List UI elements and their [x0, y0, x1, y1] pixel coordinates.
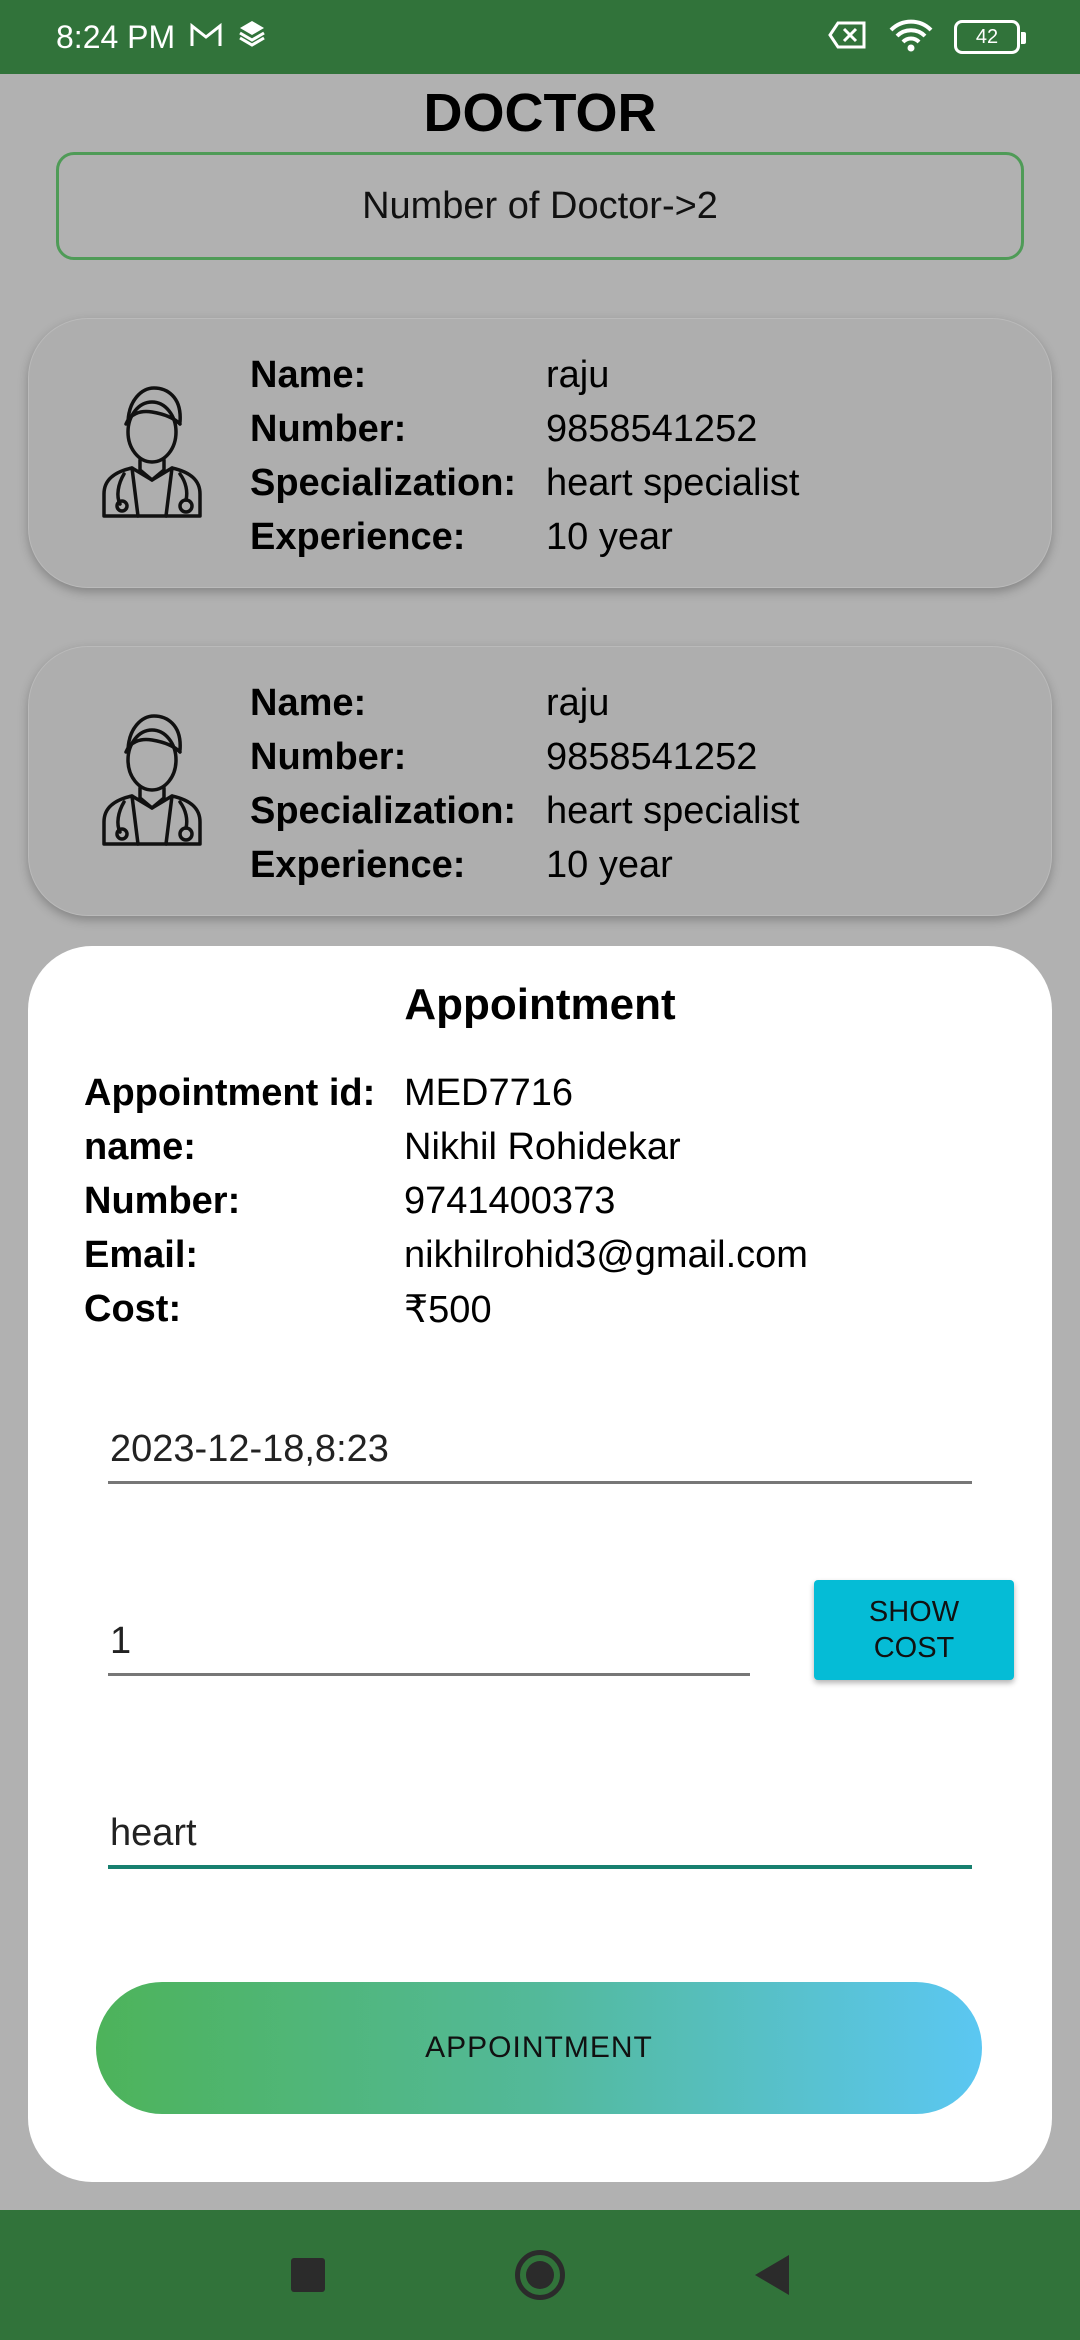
problem-input[interactable] — [108, 1812, 972, 1869]
patient-email-value: nikhilrohid3@gmail.com — [404, 1233, 808, 1276]
doctor-experience-row: Experience: 10 year — [250, 838, 799, 892]
appointment-id-label: Appointment id: — [84, 1071, 376, 1114]
quantity-input[interactable] — [108, 1620, 750, 1676]
doctor-experience-row: Experience: 10 year — [250, 510, 799, 564]
doctor-avatar-icon — [94, 384, 210, 520]
doctor-name-value: raju — [546, 353, 610, 396]
patient-number-value: 9741400373 — [404, 1179, 616, 1222]
layers-icon — [237, 18, 267, 56]
doctor-details: Name: raju Number: 9858541252 Specializa… — [250, 348, 799, 564]
doctor-number-row: Number: 9858541252 — [250, 402, 799, 456]
cost-row: Cost: ₹500 — [84, 1282, 808, 1336]
book-appointment-label: APPOINTMENT — [425, 2031, 653, 2064]
status-left: 8:24 PM — [56, 18, 267, 56]
doctor-avatar-icon — [94, 712, 210, 848]
doctor-experience-value: 10 year — [546, 843, 673, 886]
doctor-experience-label: Experience: — [250, 515, 466, 558]
doctor-number-row: Number: 9858541252 — [250, 730, 799, 784]
patient-email-row: Email: nikhilrohid3@gmail.com — [84, 1228, 808, 1282]
doctor-specialization-label: Specialization: — [250, 461, 517, 504]
doctor-specialization-row: Specialization: heart specialist — [250, 456, 799, 510]
patient-name-value: Nikhil Rohidekar — [404, 1125, 681, 1168]
navigation-bar — [0, 2210, 1080, 2340]
doctor-name-row: Name: raju — [250, 676, 799, 730]
doctor-count-box: Number of Doctor->2 — [56, 152, 1024, 260]
doctor-details: Name: raju Number: 9858541252 Specializa… — [250, 676, 799, 892]
wifi-icon — [888, 18, 934, 57]
home-button-icon[interactable] — [515, 2250, 565, 2300]
battery-level: 42 — [975, 25, 999, 48]
cost-label: Cost: — [84, 1287, 182, 1330]
book-appointment-button[interactable]: APPOINTMENT — [96, 1982, 982, 2114]
patient-number-row: Number: 9741400373 — [84, 1174, 808, 1228]
patient-number-label: Number: — [84, 1179, 241, 1222]
doctor-card[interactable]: Name: raju Number: 9858541252 Specializa… — [28, 318, 1052, 588]
doctor-number-value: 9858541252 — [546, 735, 758, 778]
doctor-name-value: raju — [546, 681, 610, 724]
doctor-experience-value: 10 year — [546, 515, 673, 558]
doctor-number-label: Number: — [250, 735, 407, 778]
doctor-number-value: 9858541252 — [546, 407, 758, 450]
doctor-card[interactable]: Name: raju Number: 9858541252 Specializa… — [28, 646, 1052, 916]
appointment-title: Appointment — [404, 980, 676, 1029]
patient-email-label: Email: — [84, 1233, 199, 1276]
appointment-id-value: MED7716 — [404, 1071, 573, 1114]
show-cost-label: SHOW COST — [868, 1596, 960, 1664]
patient-name-label: name: — [84, 1125, 196, 1168]
appointment-dialog: Appointment Appointment id: MED7716 name… — [28, 946, 1052, 2182]
doctor-number-label: Number: — [250, 407, 407, 450]
back-button-icon[interactable] — [755, 2255, 789, 2295]
patient-name-row: name: Nikhil Rohidekar — [84, 1120, 808, 1174]
doctor-name-row: Name: raju — [250, 348, 799, 402]
show-cost-button[interactable]: SHOW COST — [814, 1580, 1014, 1680]
doctor-specialization-value: heart specialist — [546, 461, 800, 504]
status-time: 8:24 PM — [56, 18, 176, 55]
date-time-input[interactable] — [108, 1428, 972, 1484]
doctor-specialization-value: heart specialist — [546, 789, 800, 832]
doctor-count-text: Number of Doctor->2 — [362, 184, 718, 227]
recents-button-icon[interactable] — [291, 2258, 325, 2292]
status-right: 42 — [828, 18, 1026, 57]
doctor-specialization-label: Specialization: — [250, 789, 517, 832]
page-title: DOCTOR — [423, 83, 657, 143]
cost-value: ₹500 — [404, 1288, 492, 1331]
doctor-specialization-row: Specialization: heart specialist — [250, 784, 799, 838]
doctor-name-label: Name: — [250, 353, 367, 396]
battery-icon: 42 — [954, 20, 1026, 54]
doctor-name-label: Name: — [250, 681, 367, 724]
gmail-icon — [189, 19, 223, 56]
no-sim-icon — [828, 20, 868, 55]
doctor-experience-label: Experience: — [250, 843, 466, 886]
appointment-id-row: Appointment id: MED7716 — [84, 1066, 808, 1120]
status-bar: 8:24 PM 42 — [0, 0, 1080, 74]
appointment-details: Appointment id: MED7716 name: Nikhil Roh… — [84, 1066, 808, 1336]
